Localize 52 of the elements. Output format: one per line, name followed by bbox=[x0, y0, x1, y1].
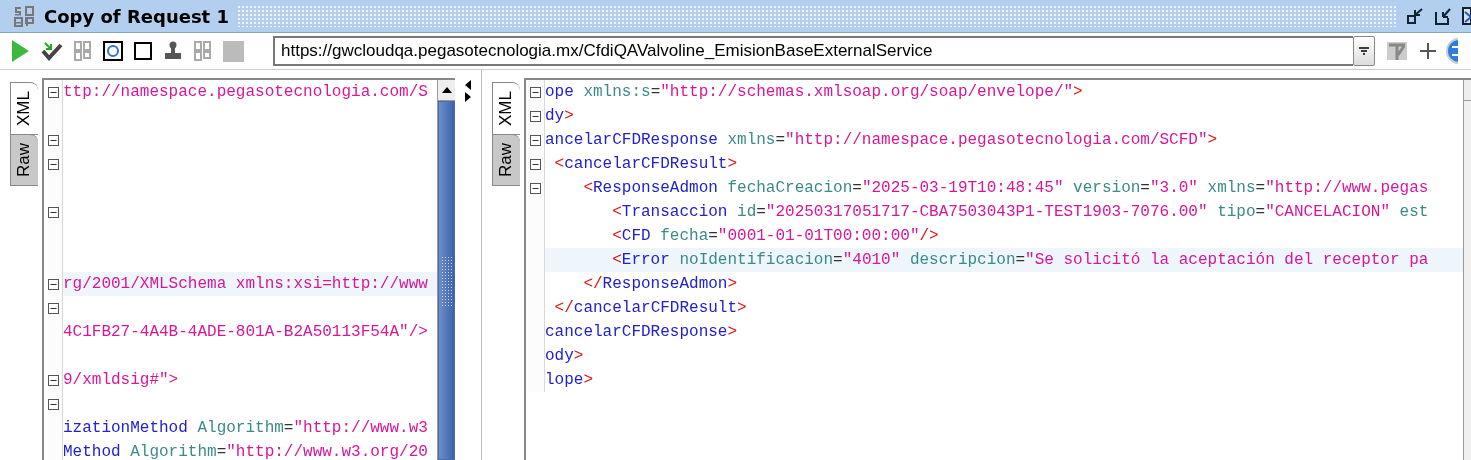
code-line: Method Algorithm="http://www.w3.org/20 bbox=[63, 442, 429, 460]
code-line: ancelarCFDResponse xmlns="http://namespace.pegasotecnologia.com/SCFD"> bbox=[545, 130, 1219, 151]
scroll-up-icon[interactable] bbox=[441, 87, 452, 93]
dropdown-button[interactable] bbox=[1353, 36, 1375, 66]
code-line: ope xmlns:s="http://schemas.xmlsoap.org/soap/envelope/"> bbox=[545, 82, 1084, 103]
split-arrows-icon[interactable] bbox=[463, 79, 473, 103]
code-line: </cancelarCFDResult> bbox=[553, 298, 748, 319]
collapse-icon[interactable] bbox=[47, 278, 59, 290]
editor-tab[interactable]: Raw bbox=[10, 133, 38, 186]
code-line: dy> bbox=[545, 106, 575, 127]
code-line: cancelarCFDResponse> bbox=[545, 322, 739, 343]
collapse-icon[interactable] bbox=[47, 398, 59, 410]
code-line: 9/xmldsig#"> bbox=[63, 370, 180, 391]
code-line: <ResponseAdmon fechaCreacion="2025-03-19T10:48:45" version="3.0" xmlns="http://www.pegas bbox=[582, 178, 1430, 199]
stamp-icon[interactable] bbox=[163, 41, 183, 61]
assertion-icon[interactable] bbox=[1386, 40, 1408, 62]
check-icon[interactable] bbox=[41, 41, 63, 61]
collapse-icon[interactable] bbox=[529, 134, 541, 146]
collapse-icon[interactable] bbox=[529, 86, 541, 98]
code-line: ttp://namespace.pegasotecnologia.com/S bbox=[63, 82, 429, 103]
collapse-icon[interactable] bbox=[529, 158, 541, 170]
collapse-icon[interactable] bbox=[47, 158, 59, 170]
code-line: <CFD fecha="0001-01-01T00:00:00"/> bbox=[611, 226, 940, 247]
editor-tab[interactable]: Raw bbox=[492, 133, 520, 186]
collapse-icon[interactable] bbox=[47, 302, 59, 314]
collapse-icon[interactable] bbox=[47, 86, 59, 98]
checkbox-icon[interactable] bbox=[134, 42, 152, 60]
code-line: ody> bbox=[545, 346, 585, 367]
refresh-icon[interactable] bbox=[103, 41, 123, 61]
collapse-icon[interactable] bbox=[529, 110, 541, 122]
close-icon[interactable] bbox=[1462, 6, 1471, 26]
code-line: lope> bbox=[545, 370, 594, 391]
filter-icon bbox=[1359, 47, 1369, 55]
collapse-icon[interactable] bbox=[529, 182, 541, 194]
code-line: izationMethod Algorithm="http://www.w3 bbox=[63, 418, 429, 439]
undock-icon[interactable] bbox=[1434, 6, 1454, 26]
soap-logo-icon bbox=[14, 5, 36, 27]
code-line: 4C1FB27-4A4B-4ADE-801A-B2A50113F54A"/> bbox=[63, 322, 429, 343]
scrollbar[interactable] bbox=[1463, 80, 1471, 460]
code-line: <Transaccion id="20250317051717-CBA7503043P1-TEST1903-7076.00" tipo="CANCELACION" est bbox=[611, 202, 1430, 223]
globe-icon[interactable] bbox=[1446, 38, 1458, 64]
plus-icon[interactable] bbox=[1419, 42, 1437, 60]
collapse-icon[interactable] bbox=[47, 134, 59, 146]
code-line: </ResponseAdmon> bbox=[582, 274, 739, 295]
window-title: Copy of Request 1 bbox=[44, 5, 229, 27]
endpoint-field[interactable]: https://gwcloudqa.pegasotecnologia.mx/CfdiQAValvoline_EmisionBaseExternalService bbox=[273, 36, 1353, 66]
editor-tab[interactable]: XML bbox=[10, 82, 38, 135]
editor-tab[interactable]: XML bbox=[492, 82, 520, 135]
collapse-icon[interactable] bbox=[47, 206, 59, 218]
code-line: <cancelarCFDResult> bbox=[553, 154, 739, 175]
run-icon[interactable] bbox=[10, 39, 30, 63]
collapse-icon[interactable] bbox=[47, 374, 59, 386]
